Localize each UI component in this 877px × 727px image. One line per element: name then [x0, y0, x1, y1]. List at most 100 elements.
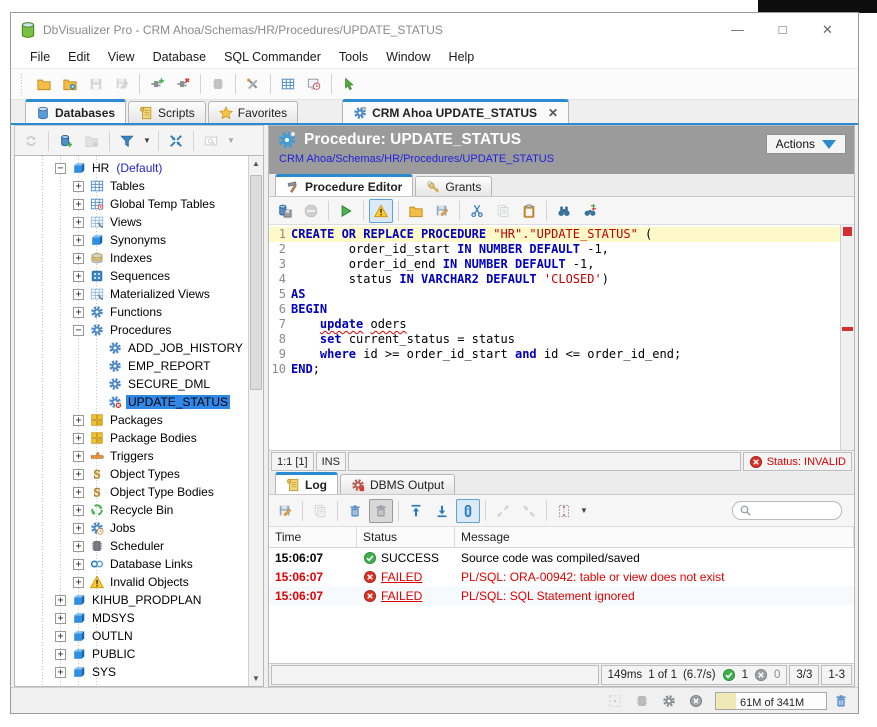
tree-item-mdsys[interactable]: +MDSYS — [15, 609, 248, 627]
expand-icon[interactable]: + — [73, 469, 84, 480]
column-header-message[interactable]: Message — [455, 527, 854, 547]
expand-icon[interactable]: + — [73, 253, 84, 264]
open-file-settings-button[interactable] — [58, 72, 82, 96]
tree-scrollbar[interactable]: ▲ ▼ — [248, 156, 263, 686]
save-button[interactable] — [84, 72, 108, 96]
save-procedure-button[interactable] — [273, 199, 297, 223]
execute-button[interactable] — [334, 199, 358, 223]
paste-button[interactable] — [517, 199, 541, 223]
tree-item-sys[interactable]: +SYS — [15, 663, 248, 681]
tree-item-tables[interactable]: +Tables — [15, 177, 248, 195]
tab-grants[interactable]: Grants — [415, 176, 492, 196]
locate-object-button[interactable] — [199, 129, 223, 153]
cut-button[interactable] — [465, 199, 489, 223]
expand-icon[interactable]: + — [55, 613, 66, 624]
tree-item-indexes[interactable]: +Indexes — [15, 249, 248, 267]
grid-window-button[interactable] — [276, 72, 300, 96]
log-copy-button[interactable] — [308, 499, 332, 523]
menu-tools[interactable]: Tools — [330, 48, 377, 66]
tree-item-jobs[interactable]: +Jobs — [15, 519, 248, 537]
tree-item-recycle-bin[interactable]: +Recycle Bin — [15, 501, 248, 519]
close-button[interactable]: ✕ — [805, 17, 850, 43]
database-session-button[interactable] — [206, 72, 230, 96]
sql-editor[interactable]: 1CREATE OR REPLACE PROCEDURE "HR"."UPDAT… — [269, 225, 854, 451]
expand-icon[interactable]: + — [73, 235, 84, 246]
column-header-status[interactable]: Status — [357, 527, 455, 547]
tree-item-package-bodies[interactable]: +Package Bodies — [15, 429, 248, 447]
tab-scripts[interactable]: Scripts — [128, 101, 206, 123]
filter-caret[interactable]: ▼ — [141, 129, 153, 153]
save-as-button[interactable] — [110, 72, 134, 96]
save-to-file-button[interactable] — [430, 199, 454, 223]
log-autoclear-toggle[interactable] — [369, 499, 393, 523]
maximize-button[interactable]: □ — [760, 17, 805, 43]
status-errors-button[interactable] — [684, 689, 708, 713]
menu-sql-commander[interactable]: SQL Commander — [215, 48, 330, 66]
tree-item-packages[interactable]: +Packages — [15, 411, 248, 429]
monitor-button[interactable] — [302, 72, 326, 96]
expand-icon[interactable]: + — [73, 541, 84, 552]
menu-file[interactable]: File — [21, 48, 59, 66]
tree-item-add-job-history[interactable]: ADD_JOB_HISTORY — [15, 339, 248, 357]
expand-icon[interactable]: + — [73, 451, 84, 462]
expand-icon[interactable]: + — [73, 487, 84, 498]
log-row-2[interactable]: 15:06:07FAILEDPL/SQL: ORA-00942: table o… — [269, 567, 854, 586]
tree-item-views[interactable]: +Views — [15, 213, 248, 231]
expand-icon[interactable]: + — [55, 595, 66, 606]
show-info-toggle[interactable] — [456, 499, 480, 523]
log-save-button[interactable] — [273, 499, 297, 523]
tool-properties-button[interactable] — [241, 72, 265, 96]
tree-item-synonyms[interactable]: +Synonyms — [15, 231, 248, 249]
menu-database[interactable]: Database — [144, 48, 216, 66]
tree-item-object-type-bodies[interactable]: +SObject Type Bodies — [15, 483, 248, 501]
collapse-icon[interactable]: − — [73, 325, 84, 336]
copy-button[interactable] — [491, 199, 515, 223]
tree-item-secure-dml[interactable]: SECURE_DML — [15, 375, 248, 393]
expand-icon[interactable]: + — [55, 649, 66, 660]
menu-edit[interactable]: Edit — [59, 48, 99, 66]
load-from-file-button[interactable] — [404, 199, 428, 223]
menu-view[interactable]: View — [99, 48, 144, 66]
expand-icon[interactable]: + — [73, 217, 84, 228]
expand-icon[interactable]: + — [73, 307, 84, 318]
status-connections-button[interactable] — [630, 689, 654, 713]
expand-all-button[interactable] — [491, 499, 515, 523]
expand-icon[interactable]: + — [55, 631, 66, 642]
error-stripe-line-marker[interactable] — [842, 327, 853, 331]
doc-tab-crm-ahoa-update-status[interactable]: CRM Ahoa UPDATE_STATUS ✕ — [342, 99, 569, 123]
expand-icon[interactable]: + — [73, 271, 84, 282]
filter-button[interactable] — [115, 129, 139, 153]
breadcrumb[interactable]: CRM Ahoa/Schemas/HR/Procedures/UPDATE_ST… — [279, 153, 766, 165]
stop-button[interactable] — [299, 199, 323, 223]
tree-item-outln[interactable]: +OUTLN — [15, 627, 248, 645]
find-button[interactable] — [552, 199, 576, 223]
menu-help[interactable]: Help — [440, 48, 484, 66]
tree-item-hr[interactable]: −HR(Default) — [15, 159, 248, 177]
tab-procedure-editor[interactable]: Procedure Editor — [275, 174, 413, 196]
tree-item-functions[interactable]: +Functions — [15, 303, 248, 321]
expand-icon[interactable]: + — [73, 577, 84, 588]
tab-databases[interactable]: Databases — [25, 99, 126, 123]
driver-manager-button[interactable] — [337, 72, 361, 96]
expand-icon[interactable]: + — [73, 289, 84, 300]
create-folder-button[interactable] — [80, 129, 104, 153]
expand-icon[interactable]: + — [55, 667, 66, 678]
show-errors-toggle[interactable] — [369, 199, 393, 223]
expand-icon[interactable]: + — [73, 559, 84, 570]
minimize-button[interactable]: — — [715, 17, 760, 43]
disconnect-button[interactable] — [171, 72, 195, 96]
tree-item-procedures[interactable]: −Procedures — [15, 321, 248, 339]
error-stripe-overall-marker[interactable] — [843, 227, 852, 236]
status-grid-button[interactable] — [603, 689, 627, 713]
log-search-box[interactable] — [732, 501, 842, 520]
tree-item-global-temp-tables[interactable]: +Global Temp Tables — [15, 195, 248, 213]
collapse-log-button[interactable] — [517, 499, 541, 523]
tree-item-materialized-views[interactable]: +Materialized Views — [15, 285, 248, 303]
actions-button[interactable]: Actions — [766, 134, 846, 154]
scroll-up-icon[interactable]: ▲ — [249, 156, 264, 171]
expand-icon[interactable]: + — [73, 523, 84, 534]
scrollbar-track[interactable] — [249, 171, 263, 671]
expand-icon[interactable]: + — [73, 181, 84, 192]
tree-item-invalid-objects[interactable]: +Invalid Objects — [15, 573, 248, 591]
garbage-collect-button[interactable] — [830, 691, 852, 710]
